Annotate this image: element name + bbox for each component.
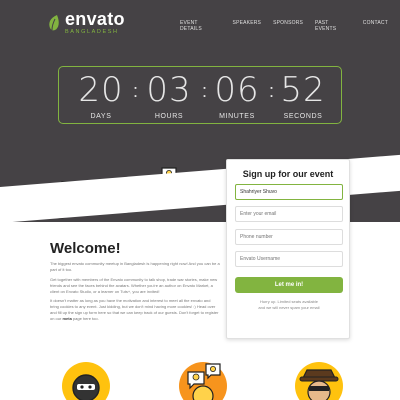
nav-sponsors[interactable]: SPONSORS — [273, 20, 303, 32]
ninja-mascot-icon — [62, 362, 110, 400]
main-nav: EVENT DETAILS SPEAKERS SPONSORS PAST EVE… — [180, 20, 400, 32]
feature-icons-row — [62, 362, 343, 400]
minutes-label: MINUTES — [219, 113, 255, 120]
logo-wordmark: envato — [65, 9, 125, 29]
nav-contact[interactable]: CONTACT — [363, 20, 388, 32]
nav-past-events[interactable]: PAST EVENTS — [315, 20, 351, 32]
signup-form: Sign up for our event Let me in! Hurry u… — [226, 159, 350, 339]
logo-subtitle: BANGLADESH — [65, 29, 119, 35]
leaf-icon — [49, 14, 59, 30]
countdown-hours: 03 HOURS — [143, 72, 195, 120]
meta-link[interactable]: meta — [62, 316, 71, 321]
signup-title: Sign up for our event — [242, 169, 334, 179]
colon-separator: : — [133, 81, 139, 101]
mascot-characters — [23, 172, 234, 219]
nav-event-details[interactable]: EVENT DETAILS — [180, 20, 221, 32]
minutes-value: 06 — [214, 70, 260, 110]
nav-speakers[interactable]: SPEAKERS — [233, 20, 262, 32]
welcome-paragraph: Get together with members of the Envato … — [50, 277, 218, 294]
phone-field[interactable] — [235, 229, 343, 245]
envato-username-field[interactable] — [235, 251, 343, 267]
speech-bubble-bulb-icon — [161, 167, 177, 185]
signup-note-line: and we will never spam your email — [258, 305, 320, 310]
hours-label: HOURS — [154, 113, 184, 120]
lightbulb-mascot-icon — [179, 362, 227, 400]
welcome-paragraph: It doesn't matter as long as you have th… — [50, 298, 220, 322]
logo[interactable]: envato BANGLADESH — [46, 10, 125, 35]
hours-value: 03 — [146, 70, 192, 110]
colon-separator: : — [202, 81, 208, 101]
countdown-minutes: 06 MINUTES — [211, 72, 263, 120]
countdown-timer: 20 DAYS : 03 HOURS : 06 MINUTES : 52 SEC… — [58, 66, 342, 124]
days-label: DAYS — [90, 113, 112, 120]
seconds-value: 52 — [280, 70, 326, 110]
paragraph-text: page here too. — [71, 316, 99, 321]
welcome-heading: Welcome! — [50, 240, 121, 257]
speech-bubble-bulb-icon — [61, 181, 79, 200]
let-me-in-button[interactable]: Let me in! — [235, 277, 343, 293]
signup-note: Hurry up. Limited seats available and we… — [235, 299, 343, 311]
welcome-paragraph: The biggest envato community meetup in B… — [50, 261, 220, 272]
email-field[interactable] — [235, 206, 343, 222]
name-field[interactable] — [235, 184, 343, 200]
bandit-mascot-icon — [295, 362, 343, 400]
colon-separator: : — [269, 81, 275, 101]
countdown-seconds: 52 SECONDS — [277, 72, 329, 120]
seconds-label: SECONDS — [283, 113, 323, 120]
community-mascots-illustration — [23, 167, 234, 219]
days-value: 20 — [78, 70, 124, 110]
countdown-days: 20 DAYS — [75, 72, 127, 120]
